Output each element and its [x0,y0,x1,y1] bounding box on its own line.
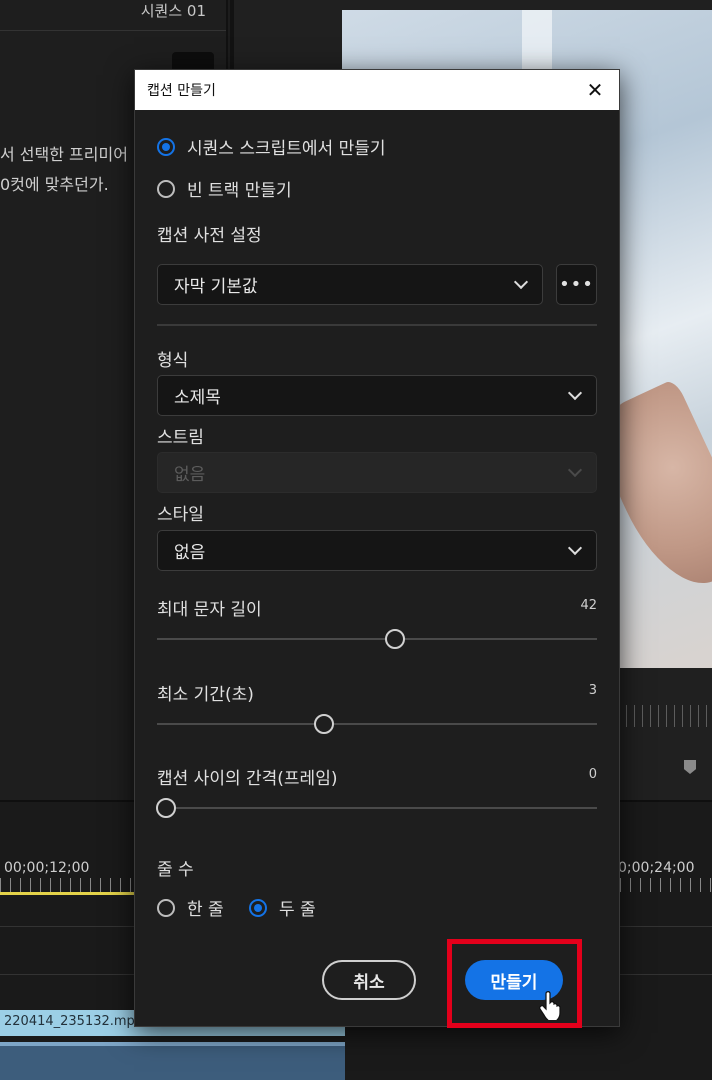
panel-text-line-1: 서 선택한 프리미어 [0,145,128,164]
more-options-button[interactable]: ••• [556,264,597,305]
audio-clip[interactable] [0,1042,345,1080]
radio-label: 시퀀스 스크립트에서 만들기 [187,139,386,159]
sequence-tab[interactable]: 시퀀스 01 [141,0,206,21]
chevron-down-icon [513,274,529,290]
format-label: 형식 [157,351,189,371]
slider-thumb[interactable] [314,714,335,734]
radio-label: 한 줄 [187,900,224,920]
radio-unselected-icon[interactable] [157,898,175,917]
min-duration-value: 3 [588,683,597,698]
cancel-button[interactable]: 취소 [322,960,416,1000]
timeline-ticks-right[interactable] [620,878,712,892]
slider-thumb[interactable] [155,798,176,818]
max-chars-slider[interactable] [157,628,597,650]
radio-selected-icon[interactable] [249,898,267,917]
close-icon[interactable]: ✕ [583,80,607,100]
section-divider [157,324,597,326]
chevron-down-icon [567,540,583,556]
radio-unselected-icon[interactable] [157,179,175,198]
stream-select: 없음 [157,452,597,493]
hand-cursor-icon [539,991,561,1020]
timecode-left: 00;00;12;00 [4,860,90,876]
dialog-title: 캡션 만들기 [147,83,216,99]
format-value: 소제목 [174,388,221,408]
work-area-bar[interactable] [0,892,135,895]
timecode-right: 0;00;24;00 [618,860,695,876]
style-select[interactable]: 없음 [157,530,597,571]
create-captions-dialog: 캡션 만들기 ✕ 시퀀스 스크립트에서 만들기 빈 트랙 만들기 캡션 사전 설… [134,69,620,1028]
radio-one-line[interactable]: 한 줄 [157,895,224,920]
panel-text-line-2: 0컷에 맞추던가. [0,175,109,194]
radio-label: 빈 트랙 만들기 [187,181,292,201]
gap-frames-value: 0 [588,767,597,782]
lines-label: 줄 수 [157,860,194,880]
radio-label: 두 줄 [279,900,316,920]
chevron-down-icon [567,385,583,401]
stream-label: 스트림 [157,428,204,448]
slider-track[interactable] [157,638,597,640]
min-duration-slider[interactable] [157,713,597,735]
format-select[interactable]: 소제목 [157,375,597,416]
chevron-down-icon [567,462,583,478]
gap-frames-slider[interactable] [155,797,597,819]
slider-track[interactable] [157,723,597,725]
stream-value: 없음 [174,465,206,485]
panel-divider [0,30,226,31]
radio-from-sequence-transcript[interactable]: 시퀀스 스크립트에서 만들기 [157,134,386,159]
radio-selected-icon[interactable] [157,137,175,156]
slider-thumb[interactable] [384,629,405,649]
max-chars-label: 최대 문자 길이 [157,600,262,620]
monitor-ruler[interactable] [618,705,712,727]
style-value: 없음 [174,543,206,563]
preset-label: 캡션 사전 설정 [157,226,262,246]
preset-select[interactable]: 자막 기본값 [157,264,543,305]
preset-value: 자막 기본값 [174,277,258,297]
radio-two-lines[interactable]: 두 줄 [249,895,316,920]
gap-frames-label: 캡션 사이의 간격(프레임) [157,769,338,789]
style-label: 스타일 [157,505,204,525]
timeline-ticks-left[interactable] [0,878,134,892]
dialog-titlebar[interactable]: 캡션 만들기 ✕ [135,70,619,110]
radio-empty-track[interactable]: 빈 트랙 만들기 [157,176,292,201]
slider-track[interactable] [157,807,597,809]
min-duration-label: 최소 기간(초) [157,685,254,705]
max-chars-value: 42 [580,598,597,613]
